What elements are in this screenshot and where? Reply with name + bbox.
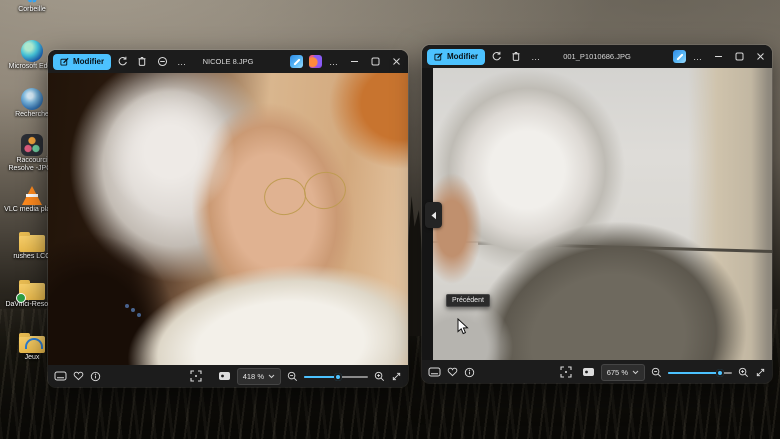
folder-icon	[19, 336, 45, 353]
chevron-down-icon	[632, 370, 639, 375]
fullscreen-icon[interactable]	[391, 371, 402, 382]
zoom-slider[interactable]	[304, 371, 368, 381]
zoom-slider[interactable]	[668, 367, 732, 377]
zoom-percent-value: 418 %	[243, 372, 264, 381]
more-apps-icon[interactable]: …	[689, 49, 707, 65]
zoom-out-icon[interactable]	[651, 367, 662, 378]
bottom-toolbar: 675 %	[422, 361, 772, 383]
edit-button-label: Modifier	[447, 52, 478, 61]
chevron-down-icon	[268, 374, 275, 379]
delete-icon[interactable]	[133, 54, 151, 70]
delete-icon[interactable]	[507, 49, 525, 65]
more-options-icon[interactable]: …	[527, 49, 545, 65]
favorite-heart-icon[interactable]	[447, 367, 458, 377]
close-button[interactable]	[750, 48, 770, 66]
more-options-icon[interactable]: …	[173, 54, 191, 70]
window-title: NICOLE 8.JPG	[203, 57, 254, 66]
globe-icon	[21, 88, 43, 110]
folder-icon	[19, 235, 45, 252]
edit-button[interactable]: Modifier	[53, 54, 111, 70]
recycle-bin-icon: ♻	[4, 0, 60, 5]
desktop-icon-recycle-bin[interactable]: ♻ Corbeille	[4, 0, 60, 14]
title-bar[interactable]: Modifier … 001_P1010686.JPG …	[422, 45, 772, 68]
hide-circle-icon[interactable]	[153, 54, 171, 70]
edit-button-label: Modifier	[73, 57, 104, 66]
zoom-percent-dropdown[interactable]: 418 %	[237, 368, 281, 385]
minimize-button[interactable]	[708, 48, 728, 66]
photo-nicole[interactable]	[48, 73, 408, 365]
info-icon[interactable]	[90, 371, 101, 382]
arrow-left-icon	[430, 211, 437, 220]
fit-to-window-icon[interactable]	[560, 366, 572, 378]
pen-icon	[434, 52, 443, 61]
zoom-slider-handle[interactable]	[716, 369, 724, 377]
photo-region	[329, 73, 408, 169]
desktop: ♻ Corbeille Microsoft Edge Recherche Rac…	[0, 0, 780, 439]
edit-button[interactable]: Modifier	[427, 49, 485, 65]
folder-icon	[19, 283, 45, 300]
window-title: 001_P1010686.JPG	[563, 52, 631, 61]
actual-size-icon[interactable]	[218, 371, 231, 381]
previous-button[interactable]	[425, 202, 442, 228]
info-icon[interactable]	[464, 367, 475, 378]
photos-editor-app-icon[interactable]	[670, 49, 688, 65]
rotate-icon[interactable]	[113, 54, 131, 70]
photos-editor-app-icon[interactable]	[287, 54, 305, 70]
tooltip-previous: Précédent	[446, 294, 490, 307]
favorite-heart-icon[interactable]	[73, 371, 84, 381]
actual-size-icon[interactable]	[582, 367, 595, 377]
maximize-button[interactable]	[729, 48, 749, 66]
maximize-button[interactable]	[365, 53, 385, 71]
filmstrip-icon[interactable]	[428, 367, 441, 377]
zoom-slider-handle[interactable]	[334, 373, 342, 381]
arc-badge-icon	[25, 338, 43, 349]
title-bar[interactable]: Modifier … NICOLE 8.JPG …	[48, 50, 408, 73]
close-button[interactable]	[386, 53, 406, 71]
more-apps-icon[interactable]: …	[325, 54, 343, 70]
photo-man[interactable]: Précédent	[422, 68, 772, 360]
zoom-percent-dropdown[interactable]: 675 %	[601, 364, 645, 381]
photos-window-nicole: Modifier … NICOLE 8.JPG …	[48, 50, 408, 387]
designer-app-icon[interactable]	[306, 54, 324, 70]
mouse-cursor	[457, 318, 469, 335]
icon-label: Corbeille	[4, 6, 60, 14]
photos-window-p1010686: Modifier … 001_P1010686.JPG …	[422, 45, 772, 383]
fullscreen-icon[interactable]	[755, 367, 766, 378]
bottom-toolbar: 418 %	[48, 365, 408, 387]
davinci-resolve-icon	[21, 134, 43, 156]
fit-to-window-icon[interactable]	[190, 370, 202, 382]
edge-icon	[21, 40, 43, 62]
pen-icon	[60, 57, 69, 66]
sync-badge-icon	[16, 293, 26, 303]
vlc-icon	[22, 186, 42, 205]
filmstrip-icon[interactable]	[54, 371, 67, 381]
minimize-button[interactable]	[344, 53, 364, 71]
zoom-percent-value: 675 %	[607, 368, 628, 377]
zoom-in-icon[interactable]	[374, 371, 385, 382]
zoom-out-icon[interactable]	[287, 371, 298, 382]
rotate-icon[interactable]	[487, 49, 505, 65]
zoom-in-icon[interactable]	[738, 367, 749, 378]
